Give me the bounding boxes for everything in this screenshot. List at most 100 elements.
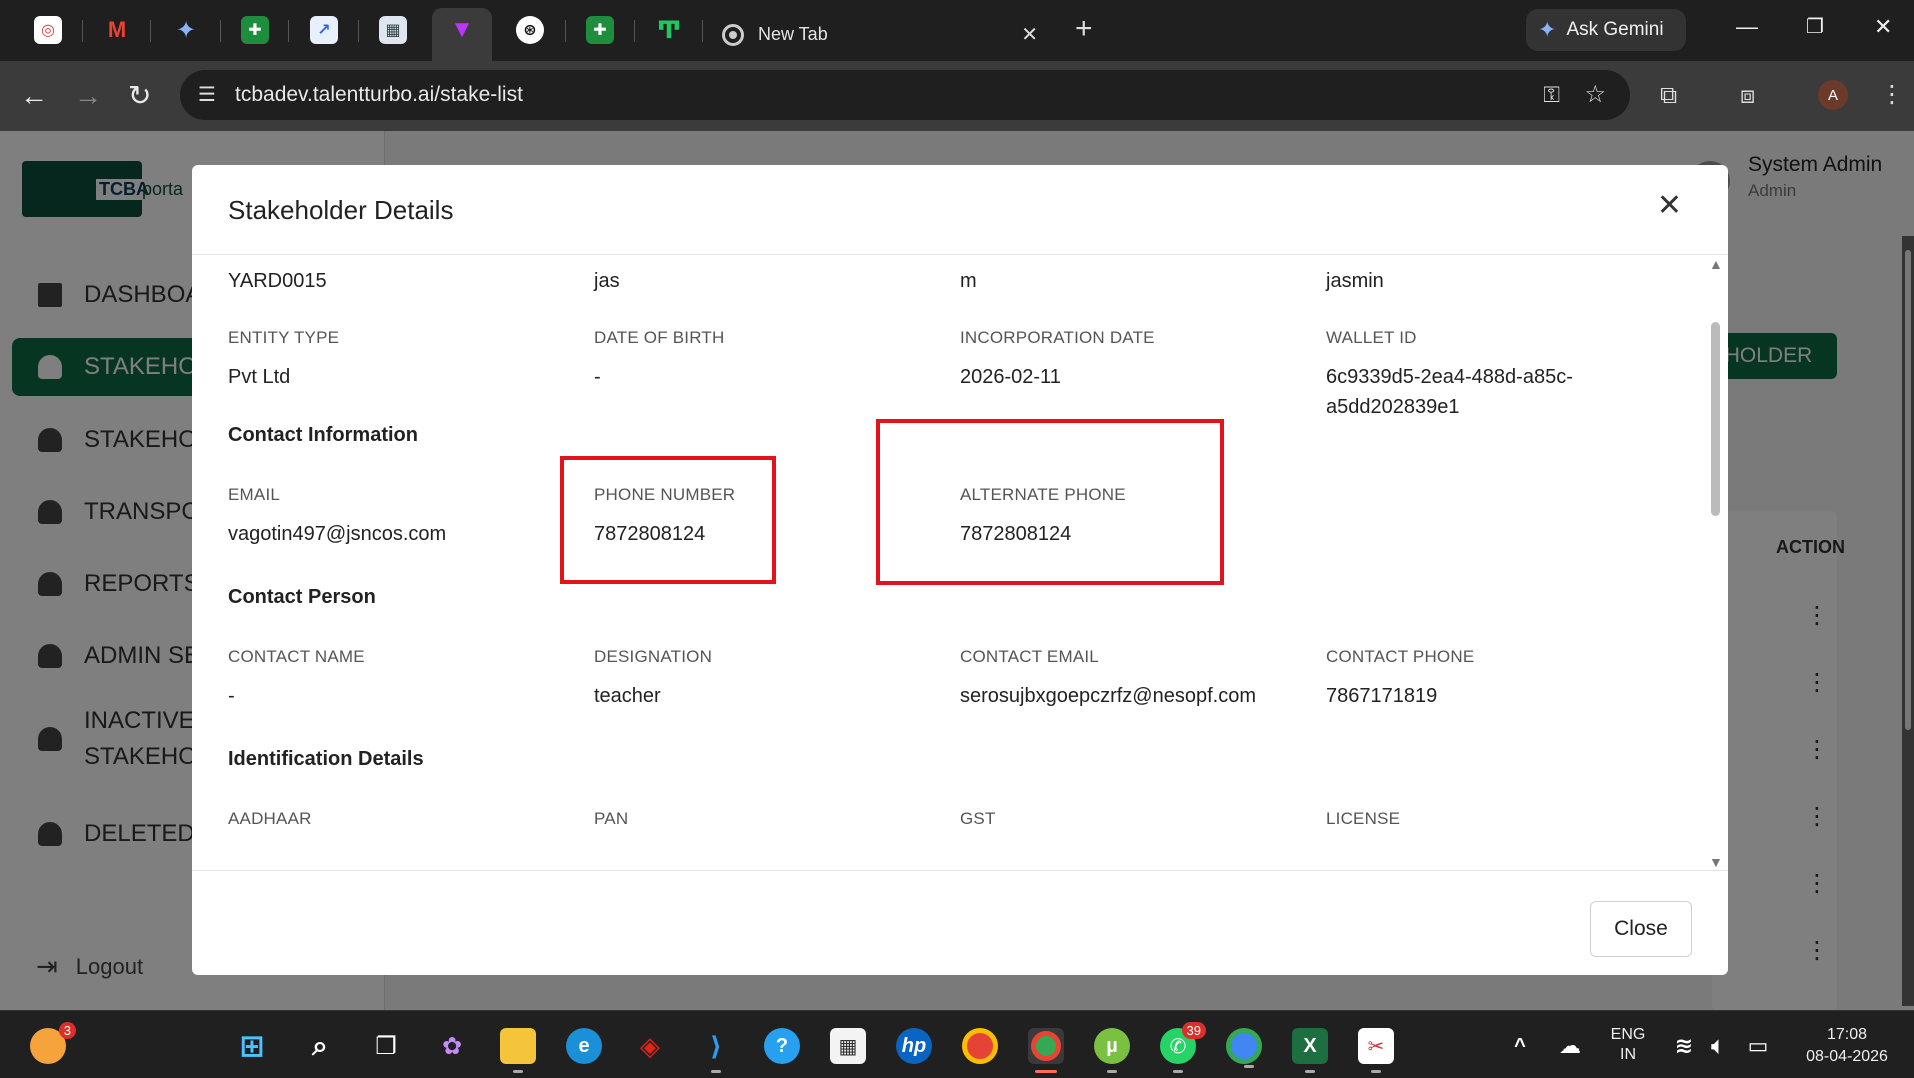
chrome-alt-icon[interactable]: [1226, 1028, 1262, 1068]
modal-scrollbar-thumb[interactable]: [1711, 322, 1720, 516]
tab-separator: [565, 20, 566, 42]
field-label: CONTACT NAME: [228, 647, 365, 666]
help-icon[interactable]: ?: [764, 1028, 800, 1064]
field-label: CONTACT EMAIL: [960, 647, 1099, 666]
close-tab-icon[interactable]: ✕: [1021, 22, 1038, 47]
forward-icon[interactable]: →: [74, 80, 102, 112]
tab-search-icon[interactable]: ⧈: [1740, 82, 1755, 110]
snipping-tool-icon[interactable]: ✂: [1358, 1028, 1394, 1073]
reload-icon[interactable]: ↻: [128, 80, 151, 112]
gemini-icon: ✦: [1538, 17, 1557, 42]
language-region: IN: [1620, 1046, 1636, 1063]
weather-icon[interactable]: 3: [30, 1022, 76, 1064]
running-indicator: [1371, 1070, 1381, 1073]
mcafee-icon[interactable]: ◈: [632, 1028, 668, 1064]
extensions-icon[interactable]: ⧉: [1660, 82, 1677, 110]
incorporation-date-value: 2026-02-11: [960, 366, 1061, 388]
window-close-icon[interactable]: ✕: [1874, 14, 1892, 40]
weather-badge: 3: [58, 1022, 76, 1039]
stakeholder-details-modal: Stakeholder Details ✕ YARD0015 jas m jas…: [192, 165, 1728, 975]
running-indicator: [513, 1070, 523, 1073]
tab-new-tab[interactable]: New Tab ✕: [712, 8, 1052, 61]
scroll-up-arrow-icon[interactable]: ▲: [1709, 256, 1723, 272]
restore-icon[interactable]: ❐: [1806, 14, 1824, 39]
tab-separator: [220, 20, 221, 42]
search-icon[interactable]: ⌕: [302, 1028, 338, 1064]
vite-tab-icon[interactable]: ▼: [448, 16, 476, 44]
sheets-icon[interactable]: ✚: [586, 16, 614, 44]
wifi-icon[interactable]: ≋: [1666, 1028, 1702, 1064]
tab-separator: [150, 20, 151, 42]
profile-avatar[interactable]: A: [1818, 80, 1848, 110]
page-scrollbar-thumb[interactable]: [1905, 250, 1911, 730]
field-label: LICENSE: [1326, 809, 1401, 828]
ask-gemini-label: Ask Gemini: [1566, 19, 1664, 40]
field-label: INCORPORATION DATE: [960, 328, 1155, 347]
close-icon[interactable]: ✕: [1657, 191, 1682, 221]
edge-icon[interactable]: e: [566, 1028, 602, 1064]
running-indicator: [1107, 1070, 1117, 1073]
field-label: DATE OF BIRTH: [594, 328, 725, 347]
wallet-id-line: a5dd202839e1: [1326, 396, 1460, 418]
highlight-box-alternate-phone: [876, 419, 1224, 585]
site-settings-icon[interactable]: ☰: [198, 82, 224, 108]
turbo-tab-icon[interactable]: Ͳ: [655, 16, 683, 44]
onedrive-icon[interactable]: ☁: [1552, 1028, 1588, 1064]
scroll-down-arrow-icon[interactable]: ▼: [1709, 854, 1723, 870]
wallet-id-value: 6c9339d5-2ea4-488d-a85c- a5dd202839e1: [1326, 362, 1573, 422]
openai-tab-icon[interactable]: ⊛: [516, 16, 544, 44]
field-label: GST: [960, 809, 996, 828]
url-text[interactable]: tcbadev.talentturbo.ai/stake-list: [235, 83, 523, 107]
chevron-up-icon[interactable]: ^: [1502, 1028, 1538, 1064]
language-indicator[interactable]: ENG IN: [1598, 1025, 1658, 1065]
windows-start-icon[interactable]: ⊞: [234, 1028, 270, 1064]
tab-icon-app[interactable]: ◎: [34, 16, 62, 44]
whatsapp-icon[interactable]: ✆ 39: [1160, 1022, 1206, 1073]
chrome-profile-icon[interactable]: [1028, 1028, 1064, 1073]
page-scrollbar[interactable]: [1902, 236, 1914, 1006]
last-name-value: jasmin: [1326, 270, 1384, 292]
chart-tab-icon[interactable]: ↗: [310, 16, 338, 44]
minimize-icon[interactable]: —: [1736, 14, 1758, 40]
dob-value: -: [594, 366, 601, 388]
photo-tab-icon[interactable]: ▦: [379, 16, 407, 44]
modal-scrollbar[interactable]: ▲ ▼: [1708, 256, 1723, 870]
password-key-icon[interactable]: ⚿: [1543, 82, 1560, 108]
gemini-tab-icon[interactable]: ✦: [172, 16, 200, 44]
new-tab-button[interactable]: +: [1075, 14, 1093, 44]
address-bar[interactable]: ☰ tcbadev.talentturbo.ai/stake-list ⚿ ☆: [180, 70, 1630, 120]
vscode-icon[interactable]: ⟩: [698, 1028, 734, 1073]
tab-label: New Tab: [758, 24, 828, 44]
utorrent-icon[interactable]: µ: [1094, 1028, 1130, 1073]
pan-field: PAN: [594, 809, 628, 829]
field-label: WALLET ID: [1326, 328, 1417, 347]
store-icon[interactable]: ▦: [830, 1028, 866, 1064]
browser-menu-icon[interactable]: ⋮: [1880, 80, 1904, 109]
hp-icon[interactable]: hp: [896, 1028, 932, 1064]
back-icon[interactable]: ←: [20, 80, 48, 112]
bookmark-star-icon[interactable]: ☆: [1584, 80, 1606, 109]
battery-icon[interactable]: ▭: [1740, 1028, 1776, 1064]
active-indicator: [1035, 1070, 1057, 1073]
tab-separator: [82, 20, 83, 42]
section-heading-contact-person: Contact Person: [228, 586, 376, 608]
chrome-icon[interactable]: [962, 1028, 998, 1064]
clock[interactable]: 17:08 08-04-2026: [1792, 1024, 1902, 1068]
email-field: EMAIL vagotin497@jsncos.com: [228, 485, 446, 549]
close-button[interactable]: Close: [1590, 901, 1692, 957]
whatsapp-badge: 39: [1181, 1022, 1206, 1039]
field-label: DESIGNATION: [594, 647, 713, 666]
task-view-icon[interactable]: ❐: [368, 1028, 404, 1064]
windows-taskbar: 3 ⊞ ⌕ ❐ ✿ e ◈ ⟩ ? ▦ hp µ ✆ 39 X ✂ ^ ☁ EN…: [0, 1010, 1914, 1078]
contact-name-field: CONTACT NAME -: [228, 647, 365, 711]
volume-icon[interactable]: 🔈︎: [1700, 1028, 1736, 1064]
file-explorer-icon[interactable]: [500, 1028, 536, 1073]
gmail-icon[interactable]: M: [103, 16, 131, 44]
running-indicator: [711, 1070, 721, 1073]
copilot-icon[interactable]: ✿: [434, 1028, 470, 1064]
sheets-icon[interactable]: ✚: [241, 16, 269, 44]
excel-icon[interactable]: X: [1292, 1028, 1328, 1073]
contact-email-field: CONTACT EMAIL serosujbxgoepczrfz@nesopf.…: [960, 647, 1256, 711]
gst-field: GST: [960, 809, 996, 829]
ask-gemini-button[interactable]: ✦ Ask Gemini: [1526, 9, 1686, 51]
